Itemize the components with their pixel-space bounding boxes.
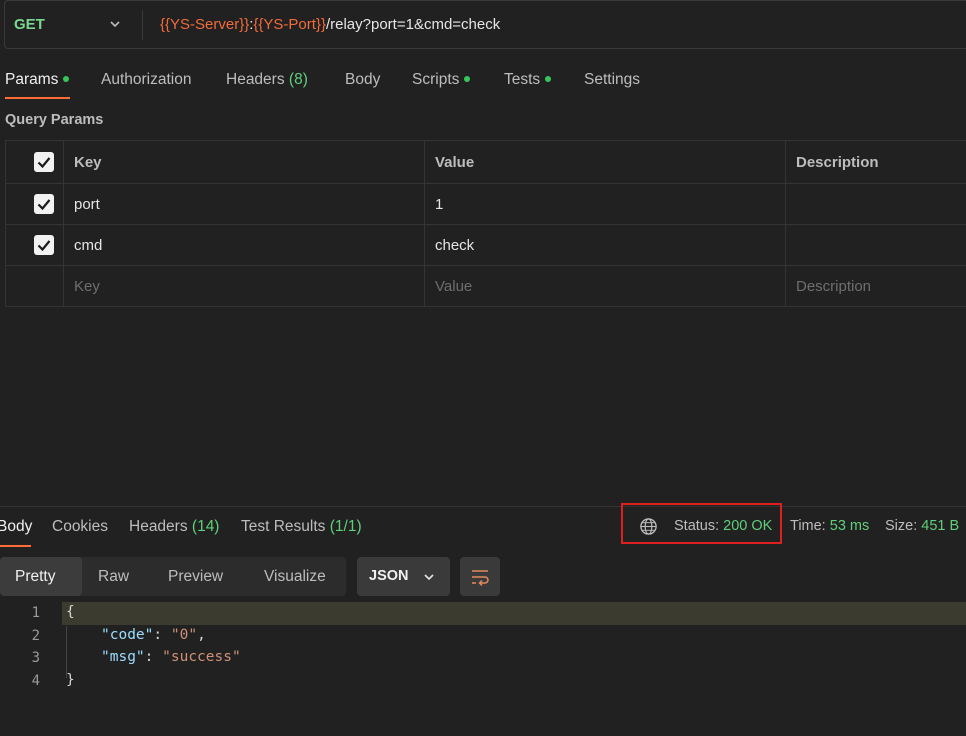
response-tab-test-results-label: Test Results [241,518,326,535]
response-tab-headers-count: (14) [191,518,220,535]
wrap-lines-icon [472,570,489,587]
url-input[interactable]: {{YS-Server}}:{{YS-Port}}/relay?port=1&c… [160,16,500,33]
column-value: Value [424,139,786,185]
param-value-field[interactable]: 1 [424,183,786,226]
response-tab-body[interactable]: Body [0,518,32,536]
param-key-field[interactable]: port [63,183,425,226]
indent-guide [66,626,67,678]
checkbox-checked-icon[interactable] [34,152,54,173]
response-tab-headers-label: Headers [129,518,188,535]
url-path: /relay?port=1&cmd=check [325,16,501,33]
tab-params[interactable]: Params [5,71,70,89]
tab-scripts-label: Scripts [412,71,460,88]
params-table: Key Value Description port 1 cmd check K… [5,139,966,307]
code-line-4: } [66,672,75,688]
line-number: 1 [31,605,40,621]
row-checkbox-cell [5,224,64,266]
method-select[interactable]: GET [14,16,45,33]
tab-headers-count: (8) [288,71,308,88]
response-tab-headers[interactable]: Headers (14) [129,518,219,536]
table-row-new: Key Value Description [5,265,966,307]
time-label: Time: [790,518,826,534]
tab-headers-label: Headers [226,71,285,88]
param-description-field[interactable] [785,224,966,266]
param-value-field[interactable]: check [424,224,786,266]
checkbox-checked-icon[interactable] [34,235,54,255]
code-line-3: "msg": "success" [101,649,241,665]
new-description-input[interactable]: Description [785,265,966,307]
param-key-field[interactable]: cmd [63,224,425,266]
column-description: Description [785,139,966,185]
size-label: Size: [885,518,918,534]
column-key: Key [63,139,425,185]
status-dot-icon [545,75,552,82]
view-visualize-button[interactable]: Visualize [264,568,326,586]
view-raw-button[interactable]: Raw [98,568,129,586]
active-tab-underline [5,97,70,99]
tab-settings[interactable]: Settings [584,71,640,89]
table-row: port 1 [5,183,966,226]
active-tab-underline [0,545,31,547]
line-number: 3 [31,650,40,666]
tab-tests[interactable]: Tests [504,71,552,89]
json-string: "0" [170,627,198,643]
url-variable-port: {{YS-Port}} [253,16,326,33]
tab-authorization[interactable]: Authorization [101,71,191,89]
status-dot-icon [464,75,471,82]
tab-headers[interactable]: Headers (8) [226,71,308,89]
chevron-down-icon[interactable] [108,17,122,31]
response-tab-test-results[interactable]: Test Results (1/1) [241,518,362,536]
status-highlight-box [621,503,782,544]
checkbox-checked-icon[interactable] [34,194,54,215]
tab-params-label: Params [5,71,59,88]
status-dot-icon [63,75,70,82]
params-header-row: Key Value Description [5,139,966,185]
response-size[interactable]: Size: 451 B [885,518,959,534]
response-time[interactable]: Time: 53 ms [790,518,869,534]
json-key: "code" [101,627,154,643]
format-dropdown-label: JSON [369,568,409,584]
tab-scripts[interactable]: Scripts [412,71,471,89]
json-string: "success" [162,649,241,665]
row-checkbox-cell-empty [5,265,64,307]
size-value: 451 B [921,518,960,534]
select-all-cell [5,139,64,185]
query-params-title: Query Params [5,112,104,128]
tab-tests-label: Tests [504,71,541,88]
url-variable-server: {{YS-Server}} [160,16,250,33]
view-pretty-button[interactable]: Pretty [15,568,55,586]
new-key-input[interactable]: Key [63,265,425,307]
url-divider [142,10,143,40]
time-value: 53 ms [829,518,870,534]
code-line-2: "code": "0", [101,627,206,643]
row-checkbox-cell [5,183,64,226]
current-line-highlight [62,602,966,625]
view-preview-button[interactable]: Preview [168,568,223,586]
line-number: 2 [31,628,40,644]
response-tab-cookies[interactable]: Cookies [52,518,108,536]
json-key: "msg" [101,649,145,665]
chevron-down-icon [424,574,434,581]
response-tab-test-results-count: (1/1) [329,518,362,535]
tab-body[interactable]: Body [345,71,380,89]
table-row: cmd check [5,224,966,266]
code-line-1: { [66,604,75,620]
pane-divider[interactable] [0,506,966,507]
new-value-input[interactable]: Value [424,265,786,307]
param-description-field[interactable] [785,183,966,226]
line-number: 4 [31,673,40,689]
